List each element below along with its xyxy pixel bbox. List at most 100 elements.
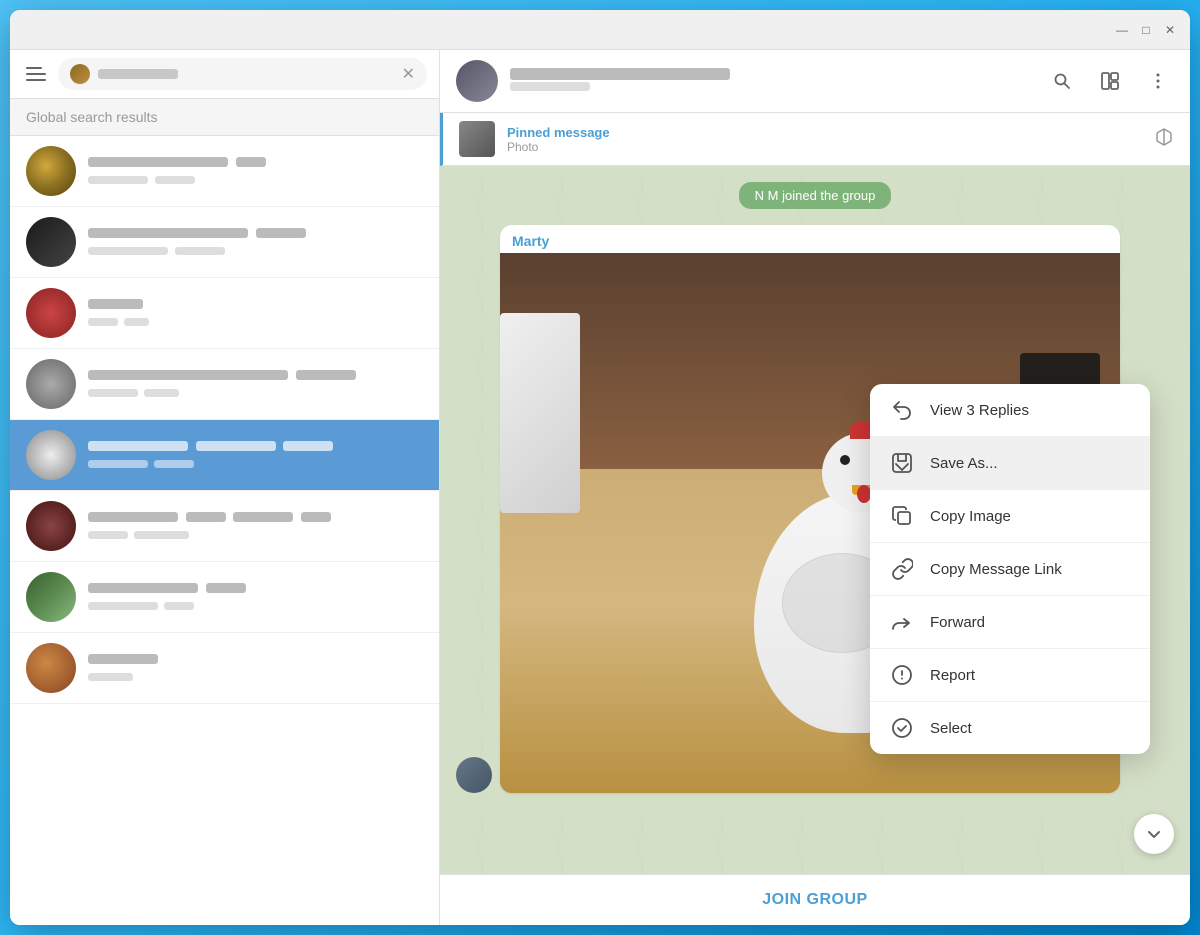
avatar	[26, 217, 76, 267]
more-button[interactable]	[1142, 65, 1174, 97]
save-icon	[890, 451, 914, 475]
result-text-container	[88, 510, 423, 542]
search-avatar	[70, 64, 90, 84]
copy-image-item[interactable]: Copy Image	[870, 490, 1150, 543]
menu-button[interactable]	[22, 63, 50, 85]
list-item[interactable]	[10, 278, 439, 349]
result-text-container	[88, 297, 423, 329]
chat-header	[440, 50, 1190, 113]
title-bar-controls: — □ ✕	[1114, 22, 1178, 38]
result-text	[88, 652, 423, 667]
result-text	[88, 297, 423, 312]
result-subtext	[88, 244, 423, 258]
list-item[interactable]	[10, 420, 439, 491]
result-subtext	[88, 528, 423, 542]
result-text-container	[88, 155, 423, 187]
scroll-to-bottom-button[interactable]	[1134, 814, 1174, 854]
report-label: Report	[930, 667, 975, 684]
list-item[interactable]	[10, 562, 439, 633]
select-label: Select	[930, 720, 972, 737]
pinned-thumbnail	[459, 121, 495, 157]
avatar	[26, 501, 76, 551]
result-text	[88, 439, 423, 454]
search-bar: ✕	[10, 50, 439, 99]
report-item[interactable]: Report	[870, 649, 1150, 702]
avatar	[26, 572, 76, 622]
pinned-label: Pinned message	[507, 125, 1142, 140]
join-group-button[interactable]: JOIN GROUP	[762, 891, 867, 909]
main-content: ✕ Global search results	[10, 50, 1190, 925]
result-text	[88, 368, 423, 383]
select-icon	[890, 716, 914, 740]
copy-image-label: Copy Image	[930, 508, 1011, 525]
maximize-button[interactable]: □	[1138, 22, 1154, 38]
result-text	[88, 155, 423, 170]
save-as-item[interactable]: Save As...	[870, 437, 1150, 490]
title-bar: — □ ✕	[10, 10, 1190, 50]
view-replies-item[interactable]: View 3 Replies	[870, 384, 1150, 437]
result-text-container	[88, 368, 423, 400]
result-text-container	[88, 439, 423, 471]
view-replies-label: View 3 Replies	[930, 402, 1029, 419]
chat-header-actions	[1046, 65, 1174, 97]
pinned-info: Pinned message Photo	[507, 125, 1142, 154]
forward-label: Forward	[930, 614, 985, 631]
list-item[interactable]	[10, 491, 439, 562]
avatar	[26, 430, 76, 480]
forward-icon	[890, 610, 914, 634]
search-results-label: Global search results	[10, 99, 439, 136]
list-item[interactable]	[10, 136, 439, 207]
result-text	[88, 510, 423, 525]
search-results-list	[10, 136, 439, 925]
search-input-text	[98, 69, 394, 79]
search-button[interactable]	[1046, 65, 1078, 97]
chat-bottom-bar: JOIN GROUP	[440, 874, 1190, 925]
forward-item[interactable]: Forward	[870, 596, 1150, 649]
copy-message-link-item[interactable]: Copy Message Link	[870, 543, 1150, 596]
copy-message-link-label: Copy Message Link	[930, 561, 1062, 578]
list-item[interactable]	[10, 633, 439, 704]
left-panel: ✕ Global search results	[10, 50, 440, 925]
link-icon	[890, 557, 914, 581]
copy-icon	[890, 504, 914, 528]
result-text	[88, 226, 423, 241]
save-as-label: Save As...	[930, 455, 998, 472]
context-menu: View 3 Replies Save As...	[870, 384, 1150, 754]
avatar	[26, 288, 76, 338]
search-input-container[interactable]: ✕	[58, 58, 427, 90]
close-button[interactable]: ✕	[1162, 22, 1178, 38]
chat-header-info	[510, 68, 730, 94]
list-item[interactable]	[10, 349, 439, 420]
search-clear-button[interactable]: ✕	[402, 64, 415, 84]
avatar	[26, 146, 76, 196]
reply-icon	[890, 398, 914, 422]
result-subtext	[88, 315, 423, 329]
chat-messages: N M joined the group Marty	[440, 166, 1190, 874]
result-subtext	[88, 599, 423, 613]
system-message: N M joined the group	[456, 182, 1174, 209]
chat-avatar	[456, 60, 498, 102]
result-subtext	[88, 670, 423, 684]
result-text	[88, 581, 423, 596]
result-text-container	[88, 226, 423, 258]
message-sender: Marty	[500, 225, 1120, 253]
report-icon	[890, 663, 914, 687]
chat-header-left	[456, 60, 730, 102]
layout-button[interactable]	[1094, 65, 1126, 97]
result-subtext	[88, 173, 423, 187]
result-text-container	[88, 581, 423, 613]
chat-name	[510, 68, 730, 80]
select-item[interactable]: Select	[870, 702, 1150, 754]
pinned-message[interactable]: Pinned message Photo	[440, 113, 1190, 166]
right-panel: Pinned message Photo N M joined the grou…	[440, 50, 1190, 925]
result-subtext	[88, 386, 423, 400]
pinned-actions-button[interactable]	[1154, 127, 1174, 152]
chat-status	[510, 80, 730, 94]
minimize-button[interactable]: —	[1114, 22, 1130, 38]
avatar	[26, 359, 76, 409]
app-window: — □ ✕ ✕	[10, 10, 1190, 925]
result-subtext	[88, 457, 423, 471]
result-text-container	[88, 652, 423, 684]
pinned-content: Photo	[507, 140, 1142, 154]
list-item[interactable]	[10, 207, 439, 278]
